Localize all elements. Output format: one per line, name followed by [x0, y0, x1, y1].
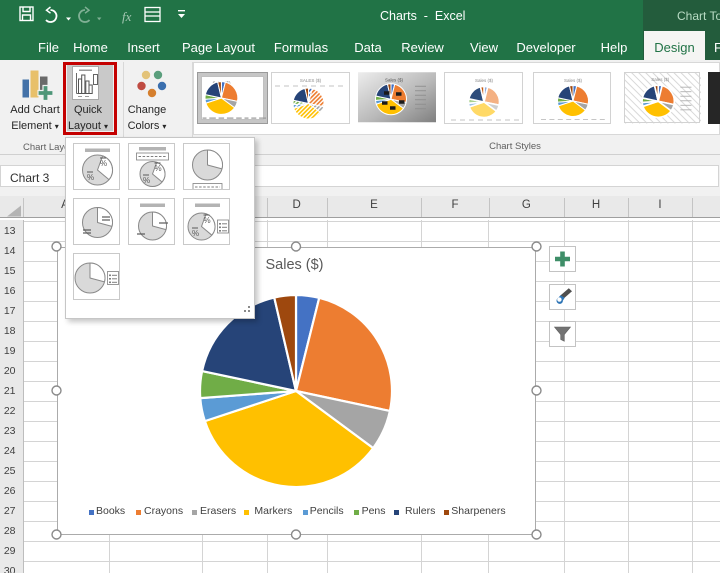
svg-text:Sales ($): Sales ($): [563, 78, 582, 83]
svg-text:%: %: [154, 164, 161, 173]
svg-text:%: %: [87, 173, 94, 182]
svg-text:%: %: [192, 229, 199, 238]
svg-text:Sales ($): Sales ($): [474, 78, 493, 83]
svg-text:%: %: [204, 216, 211, 225]
svg-text:%: %: [100, 159, 107, 168]
svg-text:SALES ($): SALES ($): [300, 78, 322, 83]
svg-text:fx: fx: [122, 9, 132, 24]
svg-text:%: %: [143, 176, 150, 185]
svg-text:Sales ($): Sales ($): [384, 77, 403, 82]
